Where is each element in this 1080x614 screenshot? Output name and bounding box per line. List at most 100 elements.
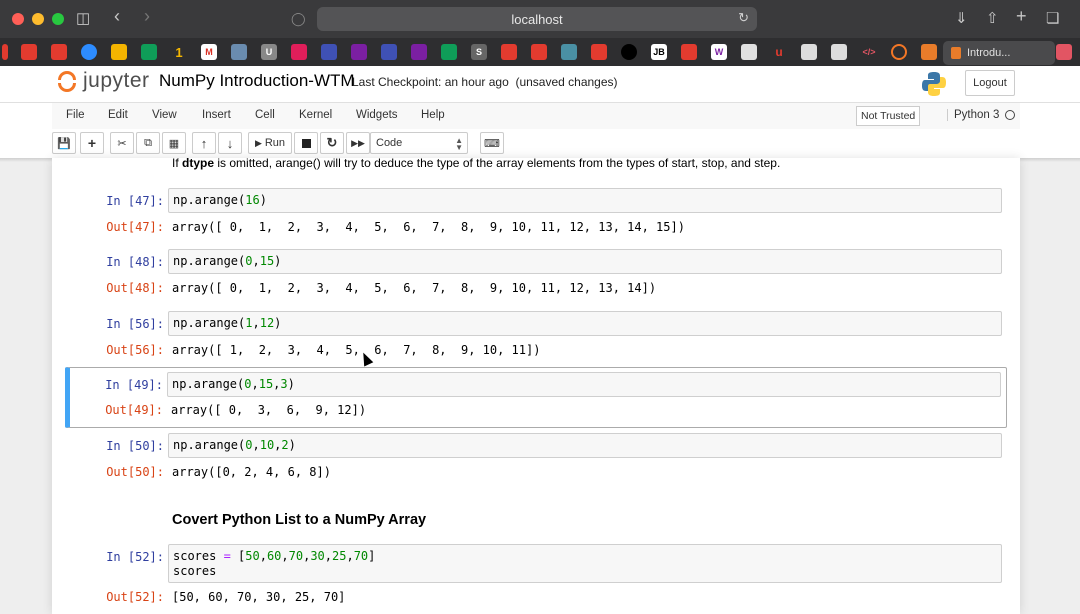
command-palette-button[interactable]: ⌨ [480,132,504,154]
forward-icon[interactable]: › [144,6,150,27]
menu-kernel[interactable]: Kernel [299,109,332,121]
code-input[interactable]: np.arange(0,15) [168,249,1002,274]
favorite-book-icon[interactable] [921,44,937,60]
code-cell[interactable]: In [52]: scores = [50,60,70,30,25,70] sc… [66,544,1006,610]
favorite-youtube-icon[interactable] [21,44,37,60]
copy-icon: ⧉ [144,136,152,149]
menu-cell[interactable]: Cell [255,109,275,121]
scissors-icon: ✂ [117,137,127,150]
notebook-title[interactable]: NumPy Introduction-WTM [159,71,355,91]
insert-cell-button[interactable]: + [80,132,104,154]
favorite-u-icon[interactable]: u [771,44,787,60]
menu-help[interactable]: Help [421,109,445,121]
output-prompt: Out[56]: [106,343,164,357]
favorite-jupyter-icon[interactable] [891,44,907,60]
restart-button[interactable]: ↻ [320,132,344,154]
favorite-gmail-icon[interactable]: M [201,44,217,60]
tab-overview-icon[interactable]: ❏ [1046,9,1059,27]
menu-widgets[interactable]: Widgets [356,109,398,121]
favorite-code-icon[interactable]: </> [861,44,877,60]
new-tab-icon[interactable]: + [1016,6,1027,27]
cell-type-select[interactable]: Code ▲ ▼ [370,132,468,154]
favorite-x-icon[interactable] [561,44,577,60]
zoom-window-button[interactable] [52,13,64,25]
favorite-form-icon[interactable] [351,44,367,60]
code-input[interactable]: np.arange(0,10,2) [168,433,1002,458]
favorite-drive-icon[interactable] [441,44,457,60]
input-prompt: In [49]: [105,378,163,392]
copy-button[interactable]: ⧉ [136,132,160,154]
privacy-shield-icon[interactable]: ◯ [291,11,306,27]
code-cell-selected[interactable]: In [49]: np.arange(0,15,3) Out[49]: arra… [65,367,1007,428]
fast-forward-icon: ▶▶ [351,137,365,148]
favorite-youtube-icon[interactable] [591,44,607,60]
run-button[interactable]: ▶ Run [248,132,292,154]
paste-button[interactable]: ▦ [162,132,186,154]
favorite-youtube-icon[interactable] [51,44,67,60]
restart-icon: ↻ [326,135,338,150]
favorite-search-icon[interactable] [741,44,757,60]
downloads-icon[interactable]: ⇓ [955,9,968,27]
back-icon[interactable]: ‹ [114,6,120,27]
favorite-zoom-icon[interactable] [81,44,97,60]
cell-output: array([ 0, 1, 2, 3, 4, 5, 6, 7, 8, 9, 10… [172,281,657,295]
restart-run-all-button[interactable]: ▶▶ [346,132,370,154]
favorite-jb-icon[interactable]: JB [651,44,667,60]
favorite-form-icon[interactable] [381,44,397,60]
favorite-youtube-icon[interactable] [2,44,8,60]
menu-edit[interactable]: Edit [108,109,128,121]
cut-button[interactable]: ✂ [110,132,134,154]
input-prompt: In [50]: [106,439,164,453]
favorite-tiktok-icon[interactable] [621,44,637,60]
favorite-extension-icon[interactable] [1056,44,1072,60]
sidebar-toggle-icon[interactable]: ◫ [76,9,90,27]
favorite-u-icon[interactable]: U [261,44,277,60]
code-input[interactable]: scores = [50,60,70,30,25,70] scores [168,544,1002,583]
favorite-bookmark-icon[interactable] [231,44,247,60]
code-input[interactable]: np.arange(16) [168,188,1002,213]
move-down-button[interactable]: ↓ [218,132,242,154]
favorite-drive-icon[interactable] [111,44,127,60]
markdown-cell-intro[interactable]: If dtype is omitted, arange() will try t… [172,158,780,170]
favorite-wave-icon[interactable] [801,44,817,60]
menu-view[interactable]: View [152,109,177,121]
reload-icon[interactable]: ↻ [738,10,749,26]
code-cell[interactable]: In [50]: np.arange(0,10,2) Out[50]: arra… [66,433,1006,485]
minimize-window-button[interactable] [32,13,44,25]
favorite-youtube-icon[interactable] [681,44,697,60]
menu-file[interactable]: File [66,109,85,121]
active-tab[interactable]: Introdu... [943,41,1055,65]
favorite-youtube-icon[interactable] [531,44,547,60]
markdown-heading[interactable]: Covert Python List to a NumPy Array [172,512,426,528]
interrupt-button[interactable] [294,132,318,154]
favorite-wave-icon[interactable] [831,44,847,60]
menu-insert[interactable]: Insert [202,109,231,121]
code-cell[interactable]: In [56]: np.arange(1,12) Out[56]: array(… [66,311,1006,363]
favorite-s-icon[interactable]: S [471,44,487,60]
save-button[interactable]: 💾 [52,132,76,154]
close-window-button[interactable] [12,13,24,25]
move-up-button[interactable]: ↑ [192,132,216,154]
code-input[interactable]: np.arange(0,15,3) [167,372,1001,397]
favorite-drive-icon[interactable] [141,44,157,60]
input-prompt: In [52]: [106,550,164,564]
favorite-form-icon[interactable] [411,44,427,60]
jupyter-logo[interactable]: jupyter [56,68,150,94]
unsaved-changes: (unsaved changes) [515,75,618,89]
code-cell[interactable]: In [48]: np.arange(0,15) Out[48]: array(… [66,249,1006,301]
code-cell[interactable]: In [47]: np.arange(16) Out[47]: array([ … [66,188,1006,240]
trust-indicator[interactable]: Not Trusted [856,106,921,126]
intro-prefix: If [172,158,183,170]
favorite-slack-icon[interactable] [291,44,307,60]
logout-button[interactable]: Logout [965,70,1015,96]
output-prompt: Out[50]: [106,465,164,479]
code-input[interactable]: np.arange(1,12) [168,311,1002,336]
input-prompt: In [56]: [106,317,164,331]
favorite-one-icon[interactable]: 1 [171,44,187,60]
address-bar[interactable]: localhost ↻ [317,7,757,31]
favorite-youtube-icon[interactable] [501,44,517,60]
share-icon[interactable]: ⇧ [986,9,999,27]
output-prompt: Out[48]: [106,281,164,295]
favorite-form-icon[interactable] [321,44,337,60]
favorite-w-icon[interactable]: W [711,44,727,60]
